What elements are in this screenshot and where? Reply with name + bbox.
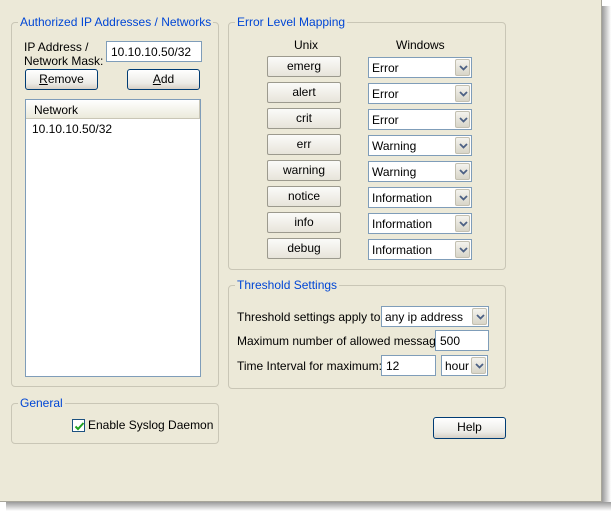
chevron-down-icon[interactable] bbox=[455, 111, 470, 128]
threshold-apply-select[interactable]: any ip address bbox=[381, 306, 489, 327]
help-button[interactable]: Help bbox=[433, 417, 506, 439]
list-item[interactable]: 10.10.10.50/32 bbox=[32, 122, 112, 136]
time-interval-unit-select[interactable]: hour bbox=[441, 355, 488, 376]
unix-level-notice[interactable]: notice bbox=[267, 186, 341, 207]
time-interval-label: Time Interval for maximum: bbox=[237, 359, 382, 373]
windows-level-debug-select[interactable]: Information bbox=[368, 239, 472, 260]
general-legend: General bbox=[18, 396, 65, 410]
max-messages-label: Maximum number of allowed messages: bbox=[237, 334, 452, 348]
unix-level-warning[interactable]: warning bbox=[267, 160, 341, 181]
threshold-settings-legend: Threshold Settings bbox=[235, 278, 340, 292]
ip-address-label: IP Address / Network Mask: bbox=[24, 40, 104, 68]
windows-level-warning-select[interactable]: Warning bbox=[368, 161, 472, 182]
unix-level-err[interactable]: err bbox=[267, 134, 341, 155]
window-shadow-bottom bbox=[6, 502, 611, 511]
remove-button[interactable]: Remove bbox=[25, 69, 98, 90]
time-interval-input[interactable] bbox=[381, 355, 436, 376]
unix-column-header: Unix bbox=[294, 38, 319, 52]
network-column-header[interactable]: Network bbox=[26, 100, 200, 119]
threshold-settings-group: Threshold Settings Threshold settings ap… bbox=[228, 278, 506, 389]
chevron-down-icon[interactable] bbox=[455, 137, 470, 154]
windows-level-info-select[interactable]: Information bbox=[368, 213, 472, 234]
chevron-down-icon[interactable] bbox=[455, 241, 470, 258]
add-button[interactable]: Add bbox=[127, 69, 200, 90]
error-level-mapping-legend: Error Level Mapping bbox=[235, 15, 348, 29]
max-messages-input[interactable] bbox=[435, 330, 489, 351]
general-group: General Enable Syslog Daemon bbox=[11, 396, 219, 444]
unix-level-emerg[interactable]: emerg bbox=[267, 56, 341, 77]
authorized-networks-group: Authorized IP Addresses / Networks IP Ad… bbox=[11, 15, 219, 387]
chevron-down-icon[interactable] bbox=[455, 85, 470, 102]
chevron-down-icon[interactable] bbox=[471, 357, 486, 374]
chevron-down-icon[interactable] bbox=[455, 189, 470, 206]
error-level-mapping-group: Error Level Mapping Unix Windows emerg E… bbox=[228, 15, 506, 270]
enable-syslog-checkbox[interactable] bbox=[72, 419, 85, 432]
chevron-down-icon[interactable] bbox=[455, 163, 470, 180]
checkmark-icon bbox=[74, 422, 85, 431]
unix-level-info[interactable]: info bbox=[267, 212, 341, 233]
chevron-down-icon[interactable] bbox=[472, 308, 487, 325]
threshold-apply-label: Threshold settings apply to bbox=[237, 310, 381, 324]
unix-level-alert[interactable]: alert bbox=[267, 82, 341, 103]
windows-level-alert-select[interactable]: Error bbox=[368, 83, 472, 104]
windows-column-header: Windows bbox=[396, 38, 445, 52]
window-shadow-right bbox=[602, 6, 611, 506]
windows-level-crit-select[interactable]: Error bbox=[368, 109, 472, 130]
chevron-down-icon[interactable] bbox=[455, 215, 470, 232]
chevron-down-icon[interactable] bbox=[455, 59, 470, 76]
enable-syslog-label: Enable Syslog Daemon bbox=[88, 418, 214, 432]
windows-level-err-select[interactable]: Warning bbox=[368, 135, 472, 156]
unix-level-crit[interactable]: crit bbox=[267, 108, 341, 129]
authorized-networks-legend: Authorized IP Addresses / Networks bbox=[18, 15, 214, 29]
windows-level-emerg-select[interactable]: Error bbox=[368, 57, 472, 78]
network-list[interactable]: Network 10.10.10.50/32 bbox=[25, 99, 201, 377]
unix-level-debug[interactable]: debug bbox=[267, 238, 341, 259]
dialog-window: Authorized IP Addresses / Networks IP Ad… bbox=[0, 0, 602, 502]
ip-address-input[interactable] bbox=[106, 41, 202, 62]
windows-level-notice-select[interactable]: Information bbox=[368, 187, 472, 208]
